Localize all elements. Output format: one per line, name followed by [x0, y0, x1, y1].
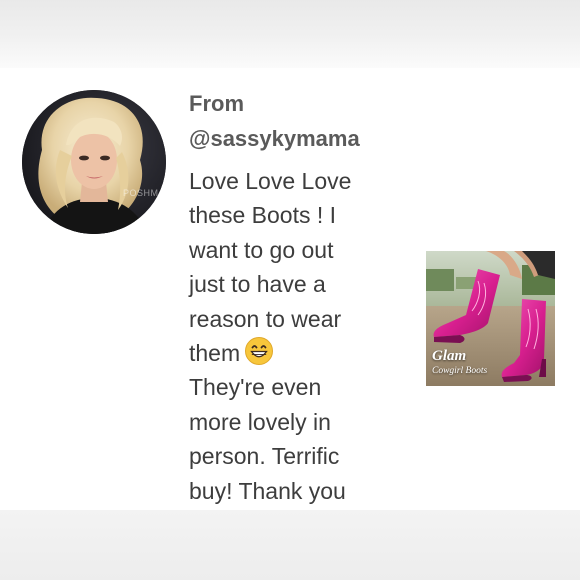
- comment-line: them: [189, 340, 241, 367]
- avatar-watermark: POSHMARK: [123, 188, 166, 198]
- comment-line: reason to wear: [189, 305, 342, 332]
- top-backdrop: [0, 0, 580, 68]
- comment-line: more lovely in: [189, 408, 331, 435]
- username-link[interactable]: @sassykymama: [189, 126, 360, 152]
- comment-line: just to have a: [189, 271, 326, 298]
- bottom-backdrop: [0, 510, 580, 580]
- comment-line: these Boots ! I: [189, 202, 337, 229]
- product-title: Glam: [432, 348, 467, 364]
- comment-line: They're even: [189, 374, 322, 401]
- comment-line: want to go out: [189, 236, 334, 263]
- comment-line: buy! Thank you: [189, 477, 346, 504]
- from-label: From: [189, 91, 244, 116]
- comment-line-with-emoji: them: [189, 336, 389, 370]
- product-subtitle: Cowgirl Boots: [432, 366, 488, 376]
- grinning-face-icon: [244, 336, 274, 366]
- product-thumbnail[interactable]: Glam Cowgirl Boots: [426, 251, 555, 386]
- avatar-photo: [22, 90, 166, 234]
- avatar[interactable]: POSHMARK: [22, 90, 166, 234]
- comment-line: person. Terrific: [189, 443, 340, 470]
- comment-line: Love Love Love: [189, 168, 352, 194]
- comment-text: Love Love Love these Boots ! I want to g…: [189, 164, 389, 508]
